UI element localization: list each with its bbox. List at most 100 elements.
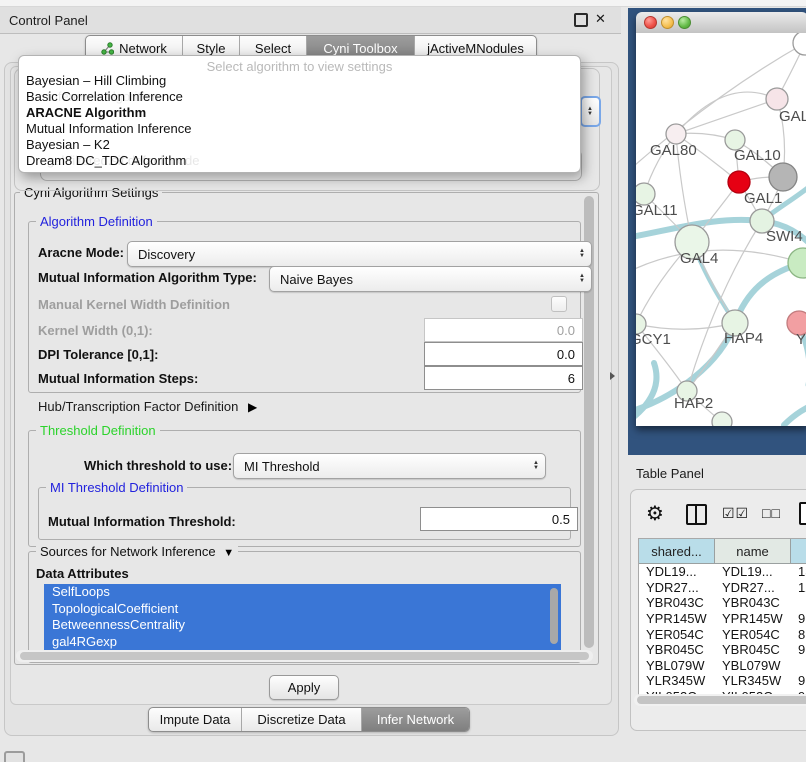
table-settings-gear-icon[interactable]: ⚙ <box>646 501 664 526</box>
column-header-name[interactable]: name <box>715 539 791 563</box>
step-down-icon: ▼ <box>533 466 539 471</box>
collapse-down-icon: ▼ <box>223 547 234 559</box>
dpi-tolerance-input[interactable]: 0.0 <box>424 342 583 366</box>
dropdown-item-aracne[interactable]: ARACNE Algorithm <box>26 105 146 120</box>
table-row: YBL079WYBL079W <box>639 658 806 674</box>
node-label: HAP4 <box>724 330 763 347</box>
node-pink <box>766 88 788 110</box>
node-label: SWI4 <box>766 228 803 245</box>
dpi-tolerance-label: DPI Tolerance [0,1]: <box>38 347 158 362</box>
network-window-titlebar[interactable] <box>636 12 806 34</box>
table-row: YER054CYER054C8. <box>639 626 806 642</box>
table-hscroll-thumb[interactable] <box>637 696 806 704</box>
column-header-partial[interactable] <box>791 539 806 563</box>
split-columns-icon[interactable] <box>686 504 707 525</box>
node-label: GCY1 <box>636 331 671 348</box>
aracne-mode-label: Aracne Mode: <box>38 245 124 260</box>
window-zoom-button[interactable] <box>678 16 691 29</box>
node-label: GAL80 <box>650 142 697 159</box>
window-minimize-button[interactable] <box>661 16 674 29</box>
bottom-tabs: Impute Data Discretize Data Infer Networ… <box>148 707 470 732</box>
tab-network-label: Network <box>119 41 167 56</box>
aracne-mode-combo[interactable]: Discovery ▲▼ <box>127 241 592 267</box>
mi-threshold-group-title: MI Threshold Definition <box>46 480 187 495</box>
network-canvas[interactable]: GAL GAL80 GAL10 GAL1 GAL11 SWI4 GAL4 GCY… <box>636 33 806 426</box>
manual-kernel-checkbox[interactable] <box>551 296 567 312</box>
manual-kernel-label: Manual Kernel Width Definition <box>38 297 230 312</box>
dropdown-item-dream8[interactable]: Dream8 DC_TDC Algorithm <box>26 153 186 168</box>
control-panel-title: Control Panel <box>9 13 88 28</box>
algorithm-placeholder: Select algorithm to view settings <box>19 59 580 74</box>
list-item-gal4rgexp[interactable]: gal4RGexp <box>44 634 561 651</box>
dropdown-item-mutual-information[interactable]: Mutual Information Inference <box>26 121 191 136</box>
table-row: YDL19...YDL19...13 <box>639 564 806 580</box>
float-panel-icon[interactable] <box>574 13 588 27</box>
which-threshold-combo[interactable]: MI Threshold ▲▼ <box>233 453 546 479</box>
step-down-icon: ▼ <box>587 112 593 117</box>
table-row: YBR045CYBR045C9. <box>639 642 806 658</box>
tab-impute-data[interactable]: Impute Data <box>149 708 241 731</box>
mi-type-combo[interactable]: Naive Bayes ▲▼ <box>269 266 592 292</box>
node-label: GAL <box>779 108 806 125</box>
list-item-selfloops[interactable]: SelfLoops <box>44 584 561 601</box>
step-down-icon: ▼ <box>579 279 585 284</box>
list-item-betweennesscentrality[interactable]: BetweennessCentrality <box>44 617 561 634</box>
node-bottom-small <box>712 412 732 426</box>
node-swi4-green <box>788 248 806 278</box>
control-panel-titlebar: Control Panel ✕ <box>0 7 621 34</box>
data-attributes-list[interactable]: SelfLoops TopologicalCoefficient Between… <box>44 584 561 650</box>
algorithm-combo-fragment[interactable]: ▲▼ <box>580 96 601 127</box>
node-label: Y <box>796 331 806 348</box>
attributes-list-scrollbar[interactable] <box>550 588 558 644</box>
expand-right-icon: ▶ <box>248 400 257 414</box>
deselect-all-icon[interactable]: □□ <box>762 505 781 521</box>
node-label: GAL10 <box>734 147 781 164</box>
mi-steps-label: Mutual Information Steps: <box>38 371 198 386</box>
sources-group-title[interactable]: Sources for Network Inference ▼ <box>36 544 238 559</box>
mi-threshold-input[interactable]: 0.5 <box>420 507 578 531</box>
table-body[interactable]: YDL19...YDL19...13 YDR27...YDR27...12 YB… <box>639 564 806 695</box>
table-header-row: shared... name <box>639 539 806 564</box>
mi-steps-input[interactable]: 6 <box>424 366 583 390</box>
data-attributes-label: Data Attributes <box>36 566 129 581</box>
network-icon <box>101 42 114 55</box>
table-row: YPR145WYPR145W9. <box>639 611 806 627</box>
list-item-topologicalcoefficient[interactable]: TopologicalCoefficient <box>44 601 561 618</box>
network-graph: GAL GAL80 GAL10 GAL1 GAL11 SWI4 GAL4 GCY… <box>636 33 806 426</box>
hub-definition-toggle[interactable]: Hub/Transcription Factor Definition ▶ <box>38 399 257 414</box>
dropdown-item-bayesian-k2[interactable]: Bayesian – K2 <box>26 137 110 152</box>
tab-discretize-data[interactable]: Discretize Data <box>241 708 361 731</box>
table-row: YLR345WYLR345W9. <box>639 673 806 689</box>
function-document-icon[interactable] <box>799 502 806 525</box>
kernel-width-input[interactable]: 0.0 <box>424 318 583 342</box>
mi-threshold-label: Mutual Information Threshold: <box>48 514 236 529</box>
algorithm-definition-title: Algorithm Definition <box>36 214 157 229</box>
network-window: GAL GAL80 GAL10 GAL1 GAL11 SWI4 GAL4 GCY… <box>636 12 806 426</box>
attribute-table: shared... name YDL19...YDL19...13 YDR27.… <box>638 538 806 696</box>
application-root: Control Panel ✕ Network Style Select Cyn… <box>0 0 806 762</box>
algorithm-dropdown-popup: Select algorithm to view settings Infere… <box>18 55 581 173</box>
settings-hscroll-thumb[interactable] <box>20 652 589 660</box>
node-gal80 <box>666 124 686 144</box>
node-label: GAL1 <box>744 190 782 207</box>
tab-infer-network[interactable]: Infer Network <box>361 708 469 731</box>
close-panel-icon[interactable]: ✕ <box>595 11 606 27</box>
column-header-shared-name[interactable]: shared... <box>639 539 715 563</box>
kernel-width-label: Kernel Width (0,1): <box>38 323 153 338</box>
threshold-definition-title: Threshold Definition <box>36 423 160 438</box>
window-close-button[interactable] <box>644 16 657 29</box>
dropdown-item-bayesian-hill[interactable]: Bayesian – Hill Climbing <box>26 73 166 88</box>
dropdown-item-basic-correlation[interactable]: Basic Correlation Inference <box>26 89 183 104</box>
step-down-icon: ▼ <box>579 254 585 259</box>
top-strip <box>0 0 806 7</box>
table-panel-title: Table Panel <box>636 466 704 481</box>
node-gray <box>769 163 797 191</box>
node-label: GAL11 <box>636 202 678 219</box>
node-label: HAP2 <box>674 395 713 412</box>
panel-grip-icon[interactable] <box>4 751 25 762</box>
select-all-checked-icon[interactable]: ☑☑ <box>722 505 749 522</box>
which-threshold-label: Which threshold to use: <box>84 458 232 473</box>
table-row: YDR27...YDR27...12 <box>639 580 806 596</box>
apply-button[interactable]: Apply <box>269 675 339 700</box>
splitter-arrow-icon[interactable] <box>610 372 615 380</box>
